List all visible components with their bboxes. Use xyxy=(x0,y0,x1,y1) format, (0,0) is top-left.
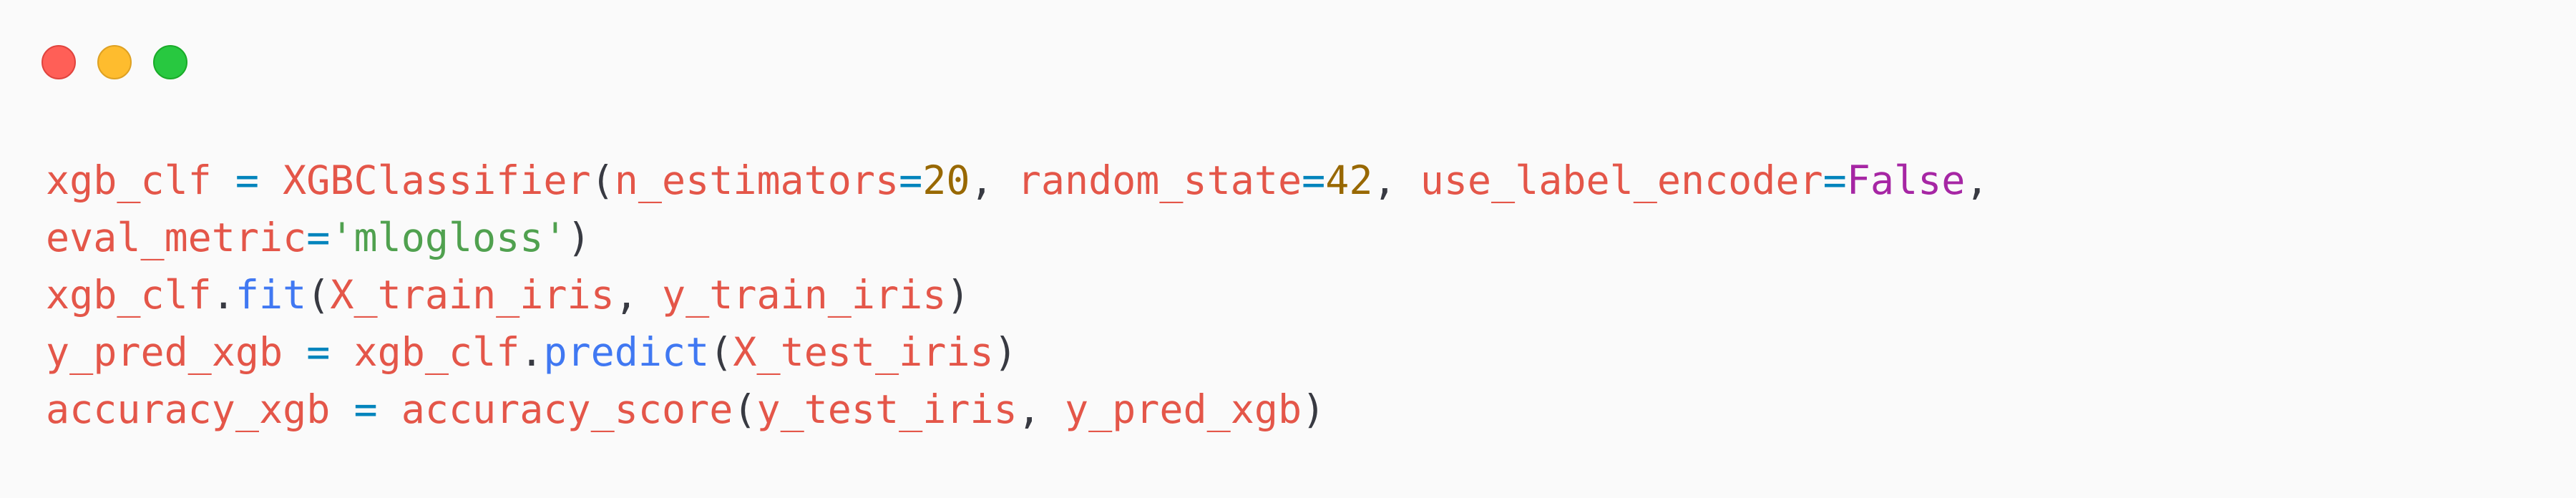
code-token: ( xyxy=(590,157,615,203)
code-line: xgb_clf = XGBClassifier(n_estimators=20,… xyxy=(46,152,1989,209)
code-token: ) xyxy=(567,215,591,260)
code-token: X_test_iris xyxy=(733,329,994,375)
code-token: XGBClassifier xyxy=(283,157,591,203)
code-token: predict xyxy=(543,329,710,375)
code-token: , xyxy=(1017,386,1041,432)
code-line: eval_metric='mlogloss') xyxy=(46,209,1989,266)
code-token: y_train_iris xyxy=(662,272,947,318)
code-token: ) xyxy=(946,272,970,318)
code-token: = xyxy=(353,386,378,432)
code-token: 'mlogloss' xyxy=(330,215,567,260)
code-token: ) xyxy=(993,329,1018,375)
code-token: accuracy_score xyxy=(401,386,733,432)
code-token: ( xyxy=(306,272,331,318)
code-token: xgb_clf xyxy=(46,157,212,203)
code-token: . xyxy=(211,272,235,318)
code-token: fit xyxy=(235,272,307,318)
code-token: accuracy_xgb xyxy=(46,386,331,432)
code-token: y_pred_xgb xyxy=(1064,386,1302,432)
code-token: = xyxy=(306,329,331,375)
code-token: ( xyxy=(733,386,757,432)
code-token: , xyxy=(970,157,994,203)
code-line: y_pred_xgb = xgb_clf.predict(X_test_iris… xyxy=(46,323,1989,381)
code-block: xgb_clf = XGBClassifier(n_estimators=20,… xyxy=(46,152,1989,438)
code-token: ) xyxy=(1302,386,1326,432)
code-token: y_pred_xgb xyxy=(46,329,283,375)
code-token: False xyxy=(1846,157,1966,203)
code-token: = xyxy=(1823,157,1847,203)
close-button[interactable] xyxy=(42,45,76,79)
code-token: , xyxy=(1965,157,1989,203)
code-token: , xyxy=(1372,157,1397,203)
code-token: use_label_encoder xyxy=(1420,157,1823,203)
code-line: xgb_clf.fit(X_train_iris, y_train_iris) xyxy=(46,266,1989,323)
code-token: n_estimators xyxy=(614,157,899,203)
code-token: = xyxy=(899,157,923,203)
code-line: accuracy_xgb = accuracy_score(y_test_iri… xyxy=(46,381,1989,438)
code-token: xgb_clf xyxy=(46,272,212,318)
code-token: X_train_iris xyxy=(330,272,615,318)
maximize-button[interactable] xyxy=(153,45,187,79)
code-token: = xyxy=(235,157,260,203)
code-token: 20 xyxy=(922,157,970,203)
code-token: = xyxy=(306,215,331,260)
window-controls xyxy=(42,45,187,79)
code-token: ( xyxy=(709,329,733,375)
code-token: = xyxy=(1302,157,1326,203)
code-token: , xyxy=(614,272,638,318)
code-token: eval_metric xyxy=(46,215,307,260)
code-token: xgb_clf xyxy=(353,329,520,375)
code-token: . xyxy=(519,329,544,375)
code-token: random_state xyxy=(1017,157,1302,203)
minimize-button[interactable] xyxy=(97,45,132,79)
code-token: y_test_iris xyxy=(756,386,1018,432)
code-token: 42 xyxy=(1325,157,1373,203)
